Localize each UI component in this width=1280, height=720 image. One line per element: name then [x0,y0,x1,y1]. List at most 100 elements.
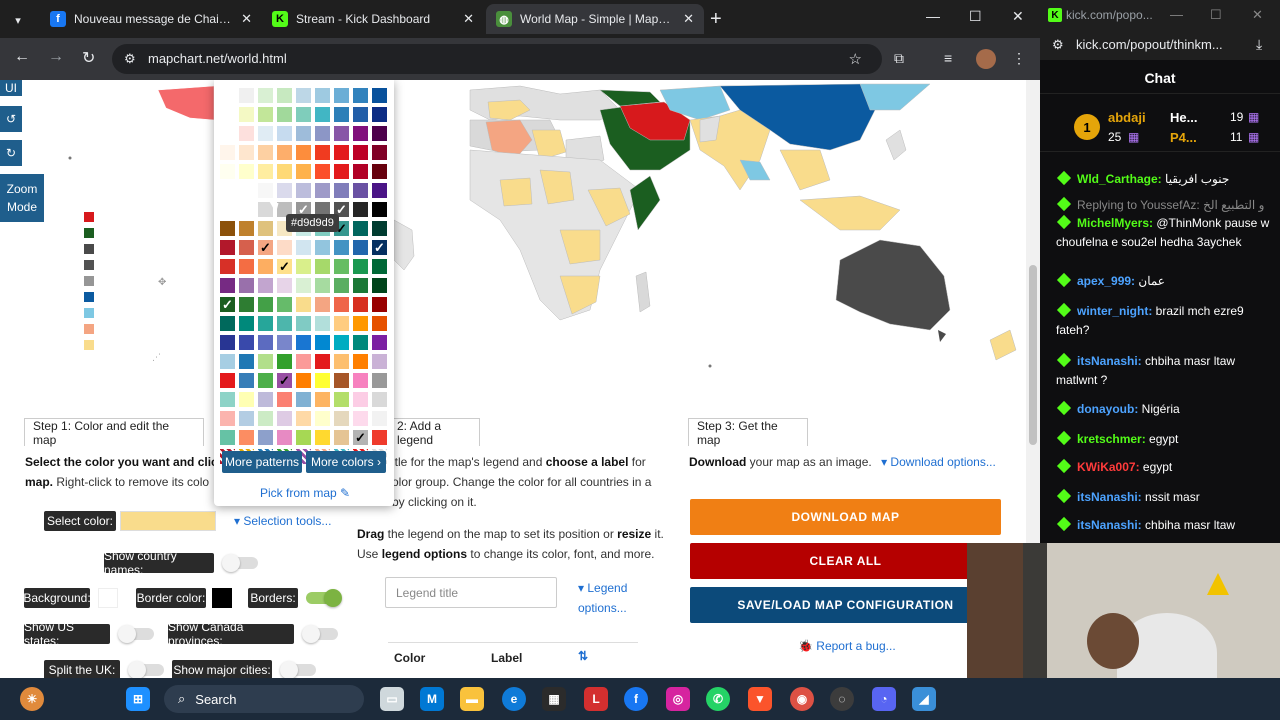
background-color-swatch[interactable] [98,588,118,608]
color-swatch[interactable] [220,202,235,217]
brave-icon[interactable]: ▼ [748,687,772,711]
color-swatch[interactable] [239,107,254,122]
edge-icon[interactable]: e [502,687,526,711]
maximize-button[interactable]: ☐ [1210,7,1222,23]
download-map-button[interactable]: DOWNLOAD MAP [690,499,1001,535]
color-swatch[interactable] [258,316,273,331]
color-swatch[interactable] [372,183,387,198]
color-swatch[interactable] [258,335,273,350]
color-swatch[interactable] [239,259,254,274]
legend-swatch[interactable] [84,340,94,350]
close-icon[interactable]: ✕ [241,11,252,27]
color-swatch[interactable] [239,221,254,236]
chat-username[interactable]: itsNanashi: [1077,354,1142,368]
maximize-button[interactable]: ☐ [969,8,982,25]
color-swatch[interactable] [239,88,254,103]
selected-color-swatch[interactable] [120,511,216,531]
color-swatch[interactable] [277,316,292,331]
color-swatch[interactable]: ✓ [353,430,368,445]
more-colors-button[interactable]: More colors › [306,451,386,473]
color-swatch[interactable] [258,183,273,198]
legend-title-input[interactable]: Legend title [385,577,557,608]
color-swatch[interactable] [277,183,292,198]
color-swatch[interactable] [315,88,330,103]
ui-toggle-button[interactable]: UI [0,80,22,96]
color-swatch[interactable] [258,259,273,274]
show-us-states-toggle[interactable] [118,625,154,643]
color-swatch[interactable] [315,411,330,426]
color-swatch[interactable] [334,145,349,160]
color-swatch[interactable] [334,88,349,103]
split-uk-toggle[interactable] [128,661,164,678]
color-swatch[interactable] [315,373,330,388]
minimize-button[interactable]: — [1170,7,1183,22]
borders-toggle[interactable] [306,589,342,607]
border-color-swatch[interactable] [212,588,232,608]
color-swatch[interactable] [258,354,273,369]
profile-avatar[interactable] [976,49,996,69]
color-swatch[interactable] [353,278,368,293]
color-swatch[interactable] [353,259,368,274]
color-swatch[interactable] [239,411,254,426]
new-tab-button[interactable]: + [710,8,722,31]
color-swatch[interactable] [277,411,292,426]
color-swatch[interactable] [277,240,292,255]
show-country-names-toggle[interactable] [222,554,258,572]
store-icon[interactable]: ▦ [542,687,566,711]
obs-icon[interactable]: ◌ [830,687,854,711]
color-swatch[interactable] [296,259,311,274]
chat-username[interactable]: Replying to YoussefAz: [1077,198,1200,212]
legend-swatch[interactable] [84,324,94,334]
color-swatch[interactable] [315,335,330,350]
color-swatch[interactable] [239,392,254,407]
color-swatch[interactable] [220,335,235,350]
color-swatch[interactable] [220,145,235,160]
legend-swatch[interactable] [84,308,94,318]
color-swatch[interactable] [334,183,349,198]
color-swatch[interactable] [353,145,368,160]
color-swatch[interactable] [296,164,311,179]
color-swatch[interactable] [277,335,292,350]
color-swatch[interactable] [353,221,368,236]
color-swatch[interactable] [296,183,311,198]
color-swatch[interactable] [296,126,311,141]
chat-username[interactable]: Wld_Carthage: [1077,172,1162,186]
close-icon[interactable]: ✕ [463,11,474,27]
color-swatch[interactable] [220,373,235,388]
world-map-svg[interactable]: ✥ ⋰ [0,80,1026,420]
forward-arrow-icon[interactable]: → [48,48,64,66]
color-swatch[interactable] [372,373,387,388]
color-swatch[interactable] [239,430,254,445]
color-swatch[interactable] [296,145,311,160]
color-swatch[interactable] [220,126,235,141]
legend-options-link[interactable]: ▾ Legend options... [578,578,638,618]
color-swatch[interactable] [220,164,235,179]
color-swatch[interactable] [334,164,349,179]
color-swatch[interactable] [258,278,273,293]
color-swatch[interactable] [220,240,235,255]
color-swatch[interactable]: ✓ [277,259,292,274]
color-swatch[interactable]: ✓ [372,240,387,255]
color-swatch[interactable] [258,88,273,103]
color-swatch[interactable] [296,430,311,445]
tab-facebook[interactable]: f Nouveau message de Chaima d ✕ [40,4,262,34]
color-swatch[interactable] [315,183,330,198]
m365-icon[interactable]: M [420,687,444,711]
color-swatch[interactable] [239,297,254,312]
zoom-mode-button[interactable]: Zoom Mode [0,174,44,222]
color-swatch[interactable] [296,335,311,350]
menu-dots-icon[interactable]: ⋮ [1012,50,1026,67]
color-swatch[interactable] [296,278,311,293]
tab-kick-dashboard[interactable]: K Stream - Kick Dashboard ✕ [262,4,484,34]
file-explorer-icon[interactable]: ▬ [460,687,484,711]
color-swatch[interactable] [353,202,368,217]
color-swatch[interactable] [315,107,330,122]
legend-swatch[interactable] [84,292,94,302]
color-swatch[interactable] [353,335,368,350]
color-swatch[interactable] [353,88,368,103]
color-swatch[interactable] [353,297,368,312]
pick-from-map-link[interactable]: Pick from map ✎ [260,486,350,500]
color-swatch[interactable] [315,259,330,274]
color-swatch[interactable] [258,126,273,141]
color-swatch[interactable] [296,88,311,103]
